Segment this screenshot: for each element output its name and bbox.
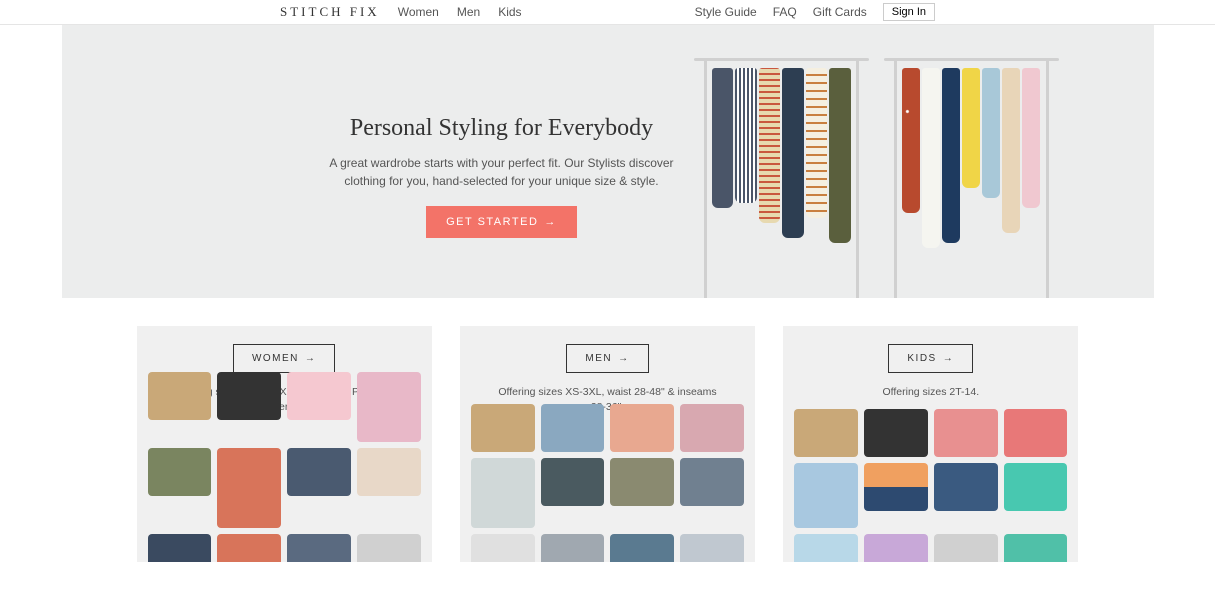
link-style-guide[interactable]: Style Guide <box>695 5 757 19</box>
women-label: WOMEN <box>252 353 299 364</box>
link-gift-cards[interactable]: Gift Cards <box>813 5 867 19</box>
kids-button[interactable]: KIDS → <box>888 344 973 373</box>
signin-button[interactable]: Sign In <box>883 3 935 21</box>
logo[interactable]: STITCH FIX <box>280 4 380 20</box>
link-faq[interactable]: FAQ <box>773 5 797 19</box>
card-kids[interactable]: KIDS → Offering sizes 2T-14. <box>783 326 1078 562</box>
card-women[interactable]: WOMEN → Offering sizes 0-24W (XS-3X), Pe… <box>137 326 432 562</box>
arrow-right-icon: → <box>305 353 317 364</box>
hero: Personal Styling for Everybody A great w… <box>62 25 1154 298</box>
nav-women[interactable]: Women <box>398 5 439 19</box>
rack-left <box>694 50 869 298</box>
women-flatlay <box>142 372 427 562</box>
hero-title: Personal Styling for Everybody <box>322 115 682 142</box>
kids-label: KIDS <box>907 353 936 364</box>
nav-kids[interactable]: Kids <box>498 5 521 19</box>
arrow-right-icon: → <box>544 216 557 228</box>
header-left: STITCH FIX Women Men Kids <box>280 4 522 20</box>
men-flatlay <box>465 404 750 562</box>
arrow-right-icon: → <box>943 353 955 364</box>
cta-label: GET STARTED <box>446 216 538 228</box>
category-cards: WOMEN → Offering sizes 0-24W (XS-3X), Pe… <box>137 326 1079 562</box>
nav-men[interactable]: Men <box>457 5 480 19</box>
women-button[interactable]: WOMEN → <box>233 344 335 373</box>
hero-description: A great wardrobe starts with your perfec… <box>322 154 682 190</box>
arrow-right-icon: → <box>618 353 630 364</box>
get-started-button[interactable]: GET STARTED → <box>426 206 577 238</box>
clothing-racks <box>694 50 1059 298</box>
kids-desc: Offering sizes 2T-14. <box>852 385 1009 400</box>
men-button[interactable]: MEN → <box>566 344 648 373</box>
hero-text: Personal Styling for Everybody A great w… <box>322 115 682 238</box>
rack-right <box>884 50 1059 298</box>
card-men[interactable]: MEN → Offering sizes XS-3XL, waist 28-48… <box>460 326 755 562</box>
men-label: MEN <box>585 353 612 364</box>
header-right: Style Guide FAQ Gift Cards Sign In <box>695 3 935 21</box>
header: STITCH FIX Women Men Kids Style Guide FA… <box>0 0 1215 25</box>
kids-flatlay <box>788 409 1073 562</box>
